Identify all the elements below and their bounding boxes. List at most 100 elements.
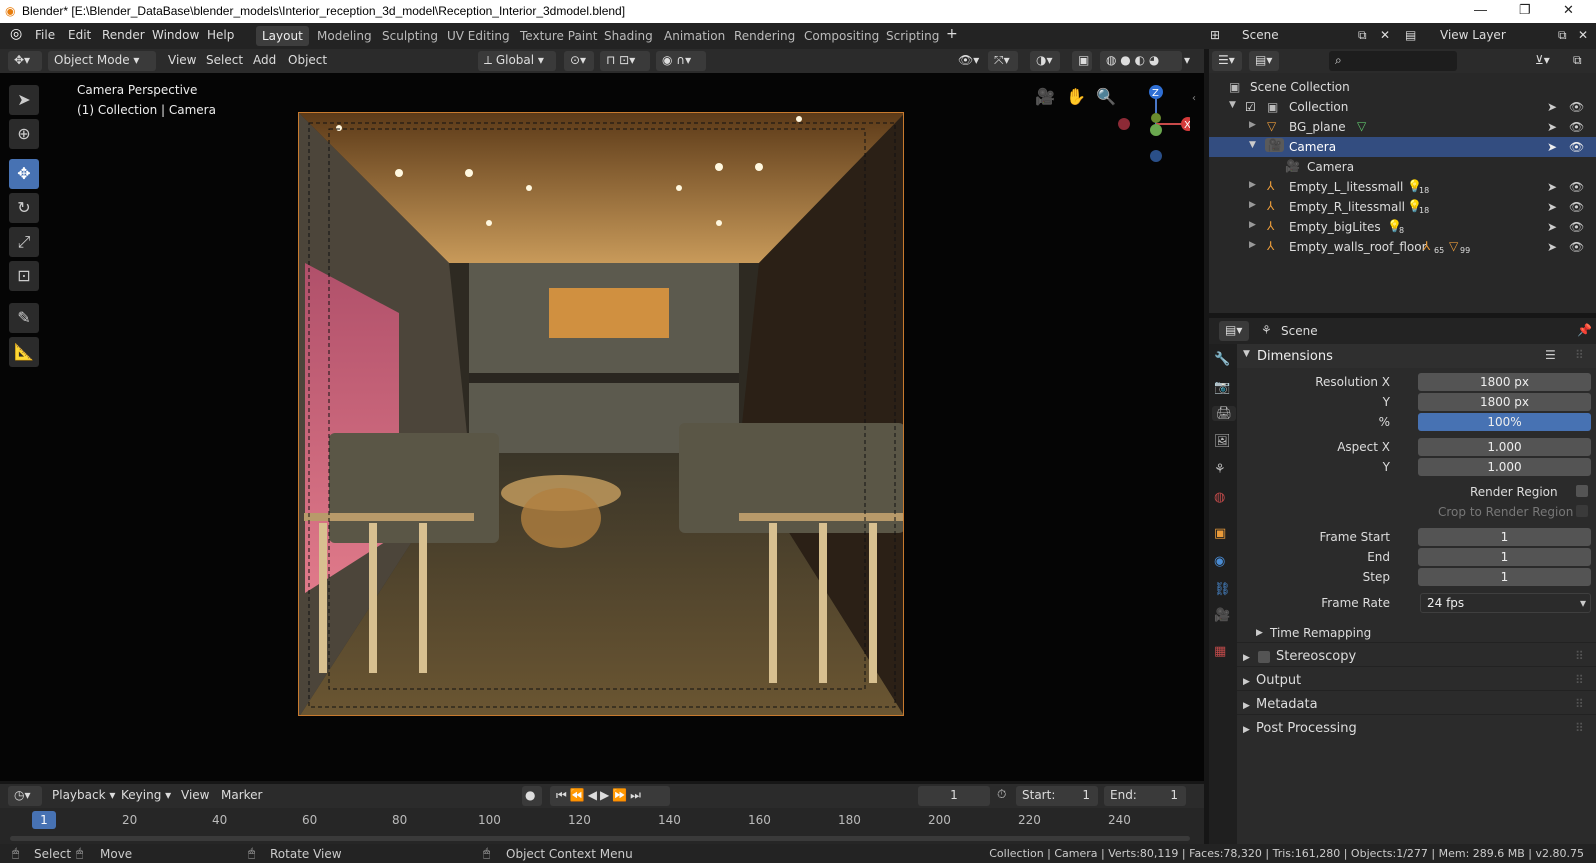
gizmo-y-axis[interactable] — [1150, 124, 1162, 136]
record-button-icon[interactable]: ● — [522, 786, 542, 806]
new-scene-icon[interactable]: ⧉ — [1358, 28, 1367, 43]
eye-icon[interactable]: 👁 — [1569, 200, 1584, 214]
drag-handle-icon[interactable]: ⠿ — [1575, 649, 1584, 663]
object-menu[interactable]: Object — [282, 51, 333, 71]
tab-uv-editing[interactable]: UV Editing — [441, 26, 516, 46]
transform-tool-icon[interactable]: ⊡ — [9, 261, 39, 291]
expand-arrow-icon[interactable]: ▼ — [1249, 140, 1256, 150]
tab-compositing[interactable]: Compositing — [798, 26, 885, 46]
tab-scripting[interactable]: Scripting — [880, 26, 945, 46]
delete-scene-icon[interactable]: ✕ — [1380, 28, 1390, 42]
physics-tab-icon[interactable]: ◉ — [1214, 554, 1225, 569]
dimensions-panel-header[interactable]: ▼ Dimensions ☰ ⠿ — [1237, 344, 1596, 368]
pivot-icon[interactable]: ⊙▾ — [564, 51, 594, 71]
eye-icon[interactable]: 👁 — [1569, 120, 1584, 134]
eye-icon[interactable]: 👁 — [1569, 140, 1584, 154]
visibility-icon[interactable]: 👁▾ — [952, 51, 982, 71]
delete-view-layer-icon[interactable]: ✕ — [1578, 28, 1588, 42]
snap-icon[interactable]: ⊓ ⊡▾ — [600, 51, 650, 71]
playback-menu[interactable]: Playback ▾ — [46, 786, 121, 806]
eye-icon[interactable]: 👁 — [1569, 100, 1584, 114]
playback-controls-icon[interactable]: ⏮⏪◀▶⏩⏭ — [550, 786, 670, 806]
tab-sculpting[interactable]: Sculpting — [376, 26, 444, 46]
scene-name[interactable]: Scene — [1242, 28, 1279, 42]
playhead-frame[interactable]: 1 — [32, 811, 56, 829]
marker-menu[interactable]: Marker — [215, 786, 268, 806]
eye-icon[interactable]: 👁 — [1569, 180, 1584, 194]
view-layer-tab-icon[interactable]: 🖼 — [1214, 434, 1231, 449]
expand-arrow-icon[interactable]: ▶ — [1249, 200, 1256, 210]
eye-icon[interactable]: 👁 — [1569, 240, 1584, 254]
tab-shading[interactable]: Shading — [598, 26, 659, 46]
render-region-checkbox[interactable] — [1576, 485, 1588, 497]
gizmo-neg-z[interactable] — [1150, 150, 1162, 162]
outliner-row-camera[interactable]: ▼ 🎥 Camera ➤ 👁 — [1209, 137, 1596, 157]
minimize-button[interactable]: — — [1474, 2, 1487, 17]
display-mode-icon[interactable]: ▤▾ — [1249, 51, 1279, 71]
outliner-row-bg-plane[interactable]: ▶ ▽ BG_plane ▽ ➤ 👁 — [1209, 117, 1596, 137]
cursor-tool-icon[interactable]: ⊕ — [9, 119, 39, 149]
view-menu[interactable]: View — [162, 51, 202, 71]
expand-arrow-icon[interactable]: ▶ — [1256, 628, 1263, 638]
new-collection-icon[interactable]: ⧉ — [1567, 51, 1591, 71]
selectable-arrow-icon[interactable]: ➤ — [1547, 240, 1557, 254]
resolution-y-field[interactable]: 1800 px — [1418, 393, 1591, 411]
expand-arrow-icon[interactable]: ▶ — [1249, 240, 1256, 250]
keying-menu[interactable]: Keying ▾ — [115, 786, 177, 806]
selectable-arrow-icon[interactable]: ➤ — [1547, 100, 1557, 114]
select-menu[interactable]: Select — [200, 51, 249, 71]
shading-modes[interactable]: ◍ ● ◐ ◕ — [1100, 51, 1182, 71]
outliner-row-camera-data[interactable]: 🎥 Camera — [1209, 157, 1596, 177]
gizmo-neg-x[interactable] — [1118, 118, 1130, 130]
render-tab-icon[interactable]: 📷 — [1214, 380, 1230, 395]
texture-tab-icon[interactable]: ▦ — [1214, 644, 1226, 659]
frame-start-field[interactable]: 1 — [1418, 528, 1591, 546]
frame-step-field[interactable]: 1 — [1418, 568, 1591, 586]
time-remapping-subpanel[interactable]: Time Remapping — [1270, 626, 1371, 640]
selectable-arrow-icon[interactable]: ➤ — [1547, 220, 1557, 234]
camera-data-tab-icon[interactable]: 🎥 — [1214, 608, 1230, 623]
expand-arrow-icon[interactable]: ▶ — [1249, 180, 1256, 190]
output-panel-title[interactable]: Output — [1256, 673, 1301, 688]
gizmo-neg-y[interactable] — [1151, 113, 1161, 123]
metadata-panel-title[interactable]: Metadata — [1256, 697, 1318, 712]
selectable-arrow-icon[interactable]: ➤ — [1547, 120, 1557, 134]
drag-handle-icon[interactable]: ⠿ — [1575, 348, 1584, 362]
expand-arrow-icon[interactable]: ▶ — [1243, 653, 1250, 663]
tab-modeling[interactable]: Modeling — [311, 26, 378, 46]
frame-end-field[interactable]: 1 — [1418, 548, 1591, 566]
output-tab-icon[interactable]: 🖨 — [1212, 406, 1236, 421]
outliner-editor-type-icon[interactable]: ☰▾ — [1212, 51, 1242, 71]
timeline-view-menu[interactable]: View — [175, 786, 215, 806]
blender-menu-icon[interactable]: ◎ — [10, 26, 22, 42]
shading-popover-icon[interactable]: ▾ — [1184, 51, 1198, 71]
expand-arrow-icon[interactable]: ▶ — [1249, 220, 1256, 230]
selectable-arrow-icon[interactable]: ➤ — [1547, 200, 1557, 214]
measure-tool-icon[interactable]: 📐 — [9, 337, 39, 367]
crop-region-checkbox[interactable] — [1576, 505, 1588, 517]
toolbar-collapse-icon[interactable]: ‹ — [1192, 93, 1196, 104]
properties-editor-type-icon[interactable]: ▤▾ — [1219, 321, 1249, 341]
outliner-search-input[interactable]: ⌕ — [1329, 51, 1457, 71]
post-processing-panel-title[interactable]: Post Processing — [1256, 721, 1357, 736]
mode-dropdown[interactable]: Object Mode ▾ — [48, 51, 156, 71]
scene-icon[interactable]: ⊞ — [1210, 28, 1220, 42]
select-box-tool-icon[interactable]: ➤ — [9, 85, 39, 115]
outliner-row-empty-biglites[interactable]: ▶ ⅄ Empty_bigLites 💡 8 ➤ 👁 — [1209, 217, 1596, 237]
expand-arrow-icon[interactable]: ▶ — [1243, 701, 1250, 711]
drag-handle-icon[interactable]: ⠿ — [1575, 721, 1584, 735]
expand-arrow-icon[interactable]: ▶ — [1243, 725, 1250, 735]
menu-render[interactable]: Render — [102, 28, 145, 42]
rotate-tool-icon[interactable]: ↻ — [9, 193, 39, 223]
timeline-scrubber[interactable]: 1 20 40 60 80 100 120 140 160 180 200 22… — [0, 808, 1204, 844]
stereoscopy-panel-title[interactable]: Stereoscopy — [1276, 649, 1356, 664]
camera-view-icon[interactable]: 🎥 — [1035, 87, 1055, 106]
object-tab-icon[interactable]: ▣ — [1214, 526, 1226, 541]
new-view-layer-icon[interactable]: ⧉ — [1558, 28, 1567, 43]
expand-arrow-icon[interactable]: ▶ — [1249, 120, 1256, 130]
pin-icon[interactable]: 📌 — [1577, 323, 1592, 337]
drag-handle-icon[interactable]: ⠿ — [1575, 673, 1584, 687]
add-workspace-icon[interactable]: + — [946, 26, 958, 42]
resolution-percent-slider[interactable]: 100% — [1418, 413, 1591, 431]
tab-rendering[interactable]: Rendering — [728, 26, 801, 46]
